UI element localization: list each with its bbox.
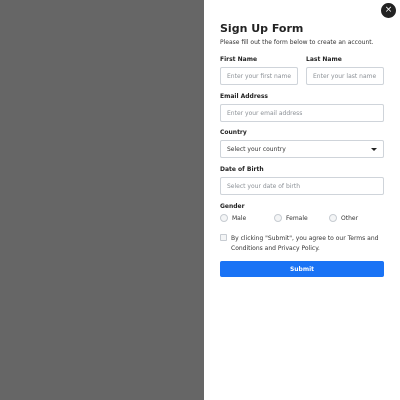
radio-label: Female xyxy=(286,214,308,222)
gender-option-male[interactable]: Male xyxy=(220,214,246,222)
radio-label: Other xyxy=(341,214,359,222)
terms-text: By clicking "Submit", you agree to our T… xyxy=(231,235,379,252)
radio-button[interactable] xyxy=(329,214,337,222)
chevron-down-icon xyxy=(371,147,377,151)
form-title: Sign Up Form xyxy=(220,22,304,35)
country-select[interactable]: Select your country xyxy=(220,140,384,158)
gender-option-female[interactable]: Female xyxy=(274,214,308,222)
dob-input[interactable] xyxy=(220,177,384,195)
first-name-input[interactable] xyxy=(220,67,298,85)
terms-checkbox[interactable] xyxy=(220,234,227,241)
email-label: Email Address xyxy=(220,93,269,100)
first-name-label: First Name xyxy=(220,56,258,63)
close-icon: × xyxy=(384,5,393,15)
close-button[interactable]: × xyxy=(381,3,396,18)
last-name-label: Last Name xyxy=(306,56,342,63)
country-select-value: Select your country xyxy=(227,145,286,153)
submit-button[interactable]: Submit xyxy=(220,261,384,277)
country-label: Country xyxy=(220,129,247,136)
radio-label: Male xyxy=(232,214,247,222)
form-subtitle: Please fill out the form below to create… xyxy=(220,39,374,46)
gender-label: Gender xyxy=(220,203,245,210)
gender-option-other[interactable]: Other xyxy=(329,214,358,222)
email-input[interactable] xyxy=(220,104,384,122)
dob-label: Date of Birth xyxy=(220,166,264,173)
last-name-input[interactable] xyxy=(306,67,384,85)
radio-button[interactable] xyxy=(274,214,282,222)
radio-button[interactable] xyxy=(220,214,228,222)
modal-backdrop[interactable] xyxy=(0,0,204,400)
